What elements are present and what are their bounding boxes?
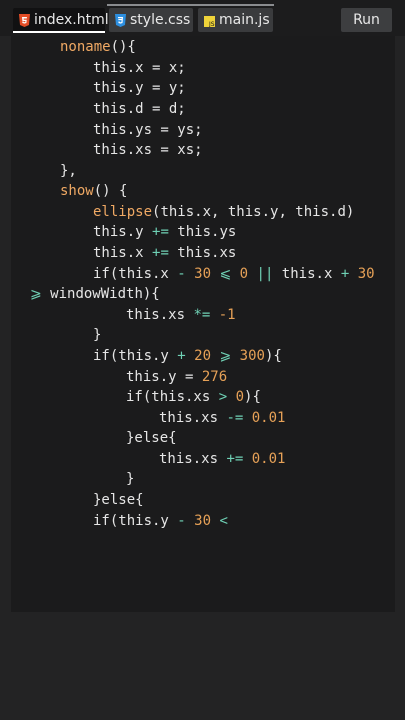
tab-label: index.html xyxy=(34,12,109,28)
code-line: this.x = x; xyxy=(93,60,186,76)
code-line: if(this.y - 30 < xyxy=(93,513,228,529)
code-line: noname(){ xyxy=(60,39,136,55)
tab-index-html[interactable]: index.html xyxy=(13,8,109,32)
tab-label: style.css xyxy=(130,12,191,28)
bottom-panel xyxy=(0,612,405,720)
editor-tab-bar: index.html style.css JS main.js Run xyxy=(0,0,405,36)
code-line: show() { xyxy=(60,183,128,199)
code-line: if(this.y + 20 ⩾ 300){ xyxy=(93,348,282,364)
code-line: }else{ xyxy=(93,492,144,508)
code-line: } xyxy=(126,471,135,487)
tab-divider xyxy=(107,4,274,6)
code-line: this.xs *= -1 xyxy=(126,307,236,323)
code-line: if(this.xs > 0){ xyxy=(126,389,261,405)
code-line: }else{ xyxy=(126,430,177,446)
code-line: this.xs += 0.01 xyxy=(159,451,286,467)
active-tab-indicator xyxy=(13,31,105,33)
code-line: ⩾ windowWidth){ xyxy=(30,286,160,302)
tab-main-js[interactable]: JS main.js xyxy=(198,8,273,32)
code-line: this.y = y; xyxy=(93,80,186,96)
run-button[interactable]: Run xyxy=(341,8,392,32)
code-line: this.y = 276 xyxy=(126,369,228,385)
code-line: ellipse(this.x, this.y, this.d) xyxy=(93,204,355,220)
css3-icon xyxy=(115,13,126,27)
code-line: this.xs -= 0.01 xyxy=(159,410,286,426)
svg-text:JS: JS xyxy=(208,21,215,27)
code-line: this.y += this.ys xyxy=(93,224,237,240)
code-line: this.x += this.xs xyxy=(93,245,237,261)
code-line: this.xs = xs; xyxy=(93,142,203,158)
code-line: }, xyxy=(60,163,77,179)
tab-label: main.js xyxy=(219,12,270,28)
code-editor[interactable]: noname(){ this.x = x; this.y = y; this.d… xyxy=(11,36,395,612)
code-line: this.ys = ys; xyxy=(93,122,203,138)
code-line: if(this.x - 30 ⩽ 0 || this.x + 30 xyxy=(93,266,375,282)
html5-icon xyxy=(19,13,30,27)
code-line: } xyxy=(93,327,102,343)
javascript-icon: JS xyxy=(204,15,215,28)
tab-style-css[interactable]: style.css xyxy=(109,8,193,32)
code-line: this.d = d; xyxy=(93,101,186,117)
